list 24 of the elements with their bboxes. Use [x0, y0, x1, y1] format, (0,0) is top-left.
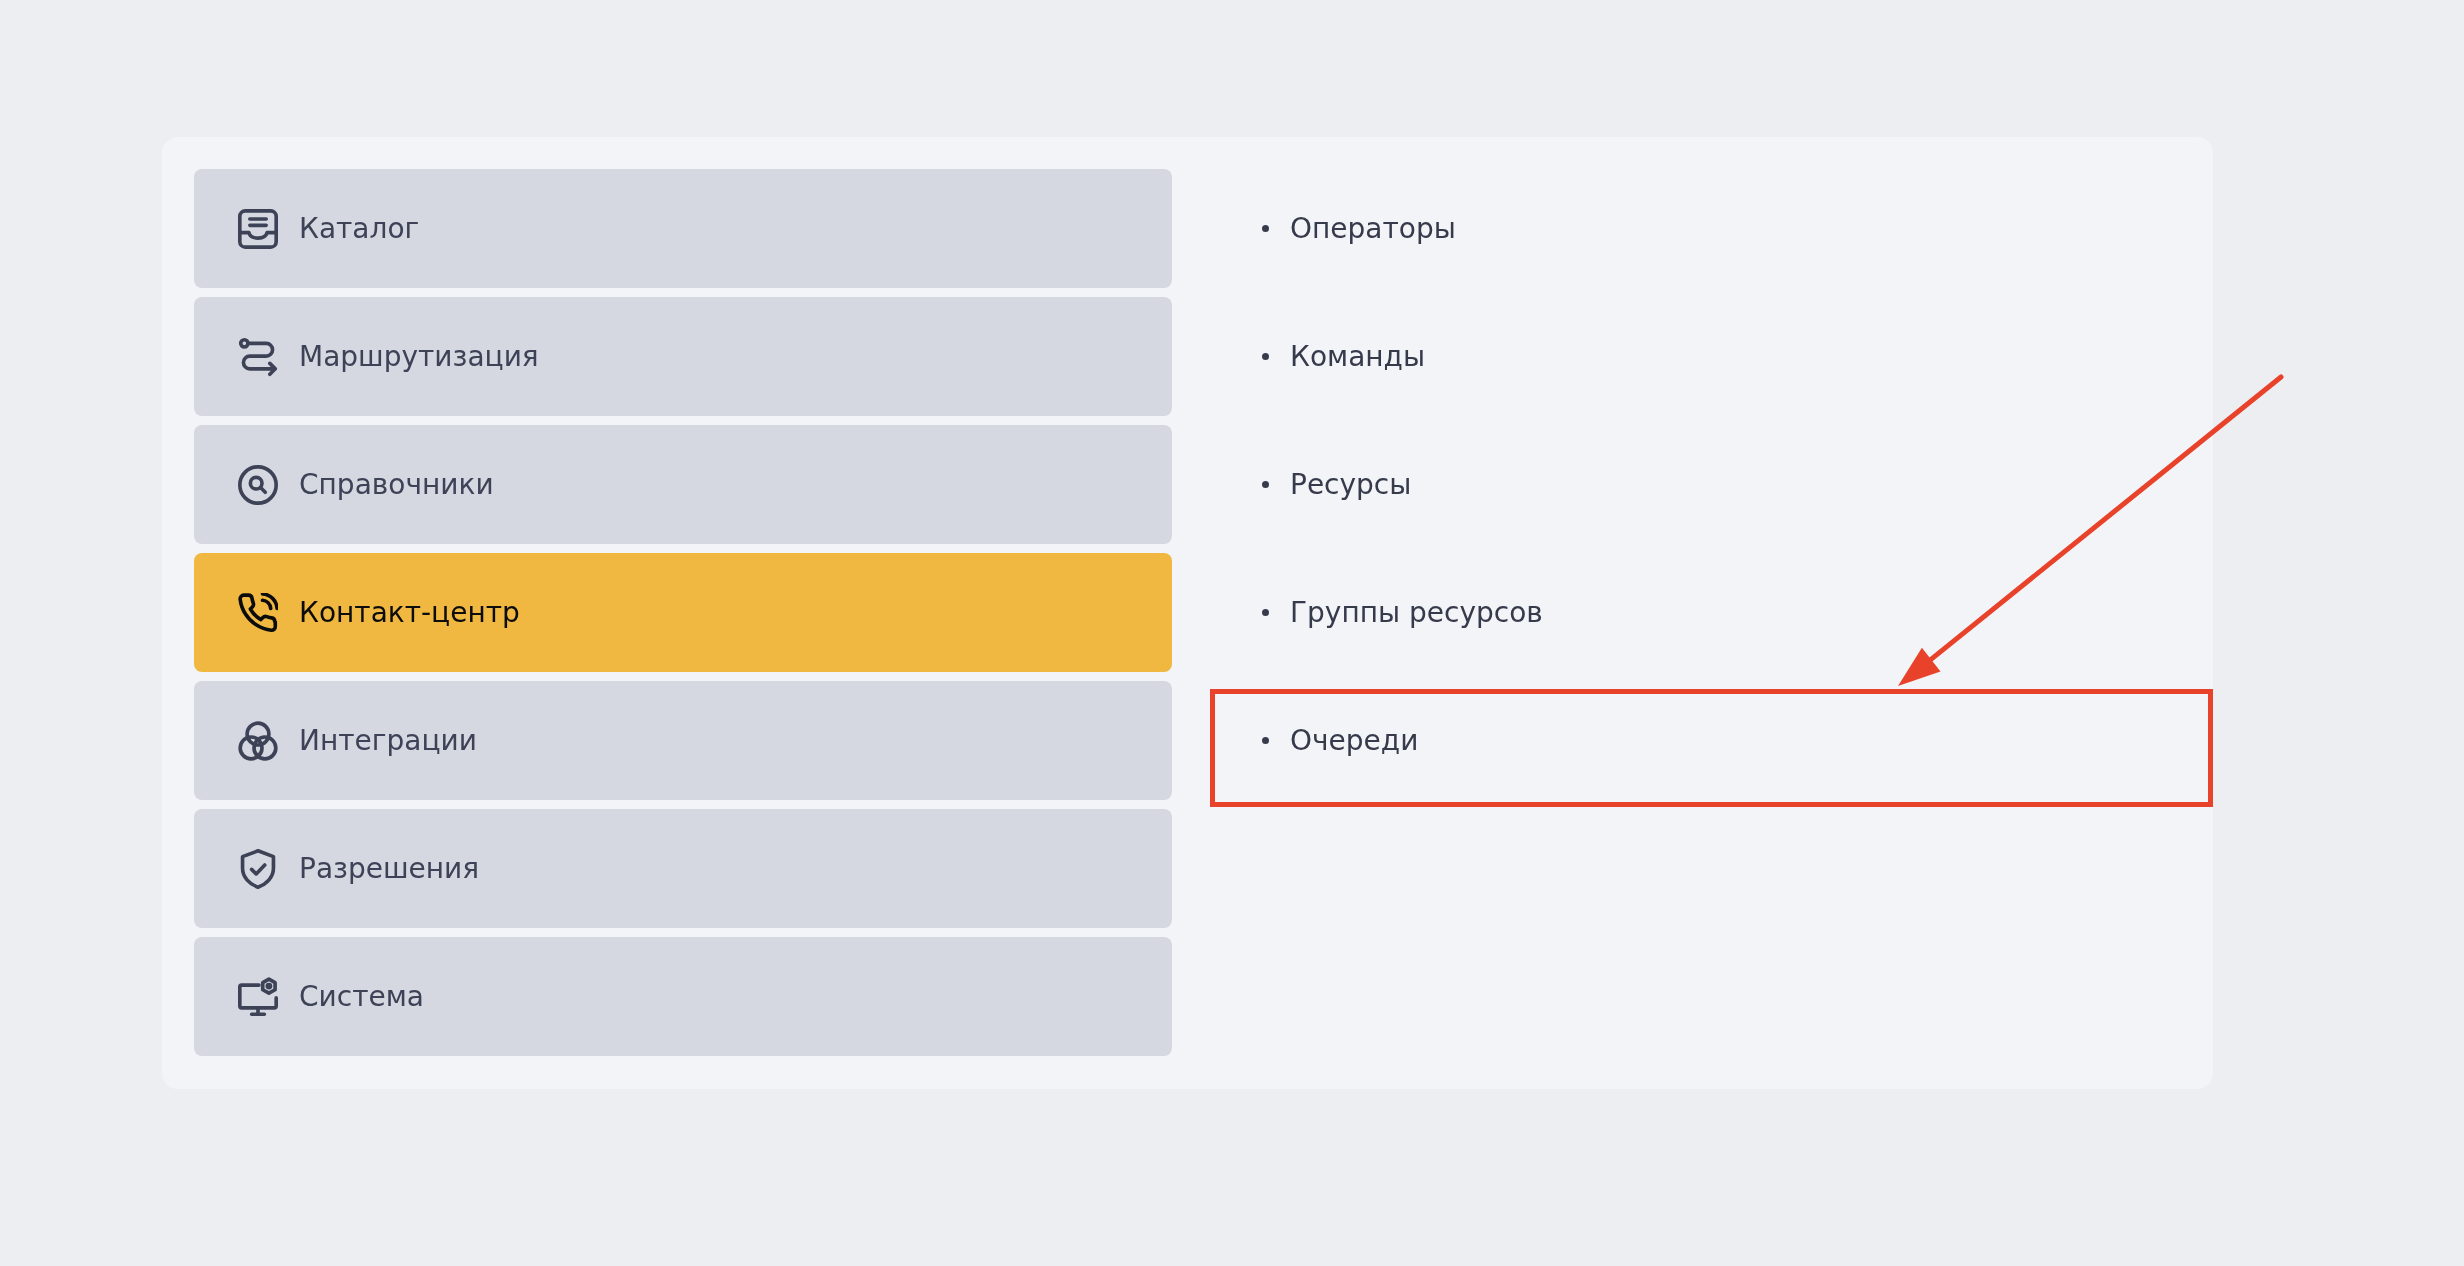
menu-item[interactable]: Система	[194, 937, 1172, 1056]
submenu-link[interactable]: Очереди	[1290, 724, 1419, 757]
bullet-icon	[1262, 737, 1269, 744]
tray-icon	[238, 208, 278, 249]
bullet-icon	[1262, 609, 1269, 616]
phone-call-icon	[238, 592, 278, 633]
submenu-link[interactable]: Ресурсы	[1290, 468, 1412, 501]
venn-circles-icon	[238, 720, 278, 761]
menu-item[interactable]: Каталог	[194, 169, 1172, 288]
menu-item[interactable]: Разрешения	[194, 809, 1172, 928]
search-icon	[238, 464, 278, 505]
submenu-link[interactable]: Операторы	[1290, 212, 1456, 245]
route-icon	[238, 336, 278, 377]
menu-item[interactable]: Маршрутизация	[194, 297, 1172, 416]
submenu-link[interactable]: Команды	[1290, 340, 1426, 373]
submenu-link[interactable]: Группы ресурсов	[1290, 596, 1543, 629]
menu-item[interactable]: Контакт-центр	[194, 553, 1172, 672]
menu-item[interactable]: Интеграции	[194, 681, 1172, 800]
bullet-icon	[1262, 353, 1269, 360]
bullet-icon	[1262, 481, 1269, 488]
bullet-icon	[1262, 225, 1269, 232]
monitor-gear-icon	[238, 976, 278, 1017]
shield-check-icon	[238, 848, 278, 889]
menu-item[interactable]: Справочники	[194, 425, 1172, 544]
